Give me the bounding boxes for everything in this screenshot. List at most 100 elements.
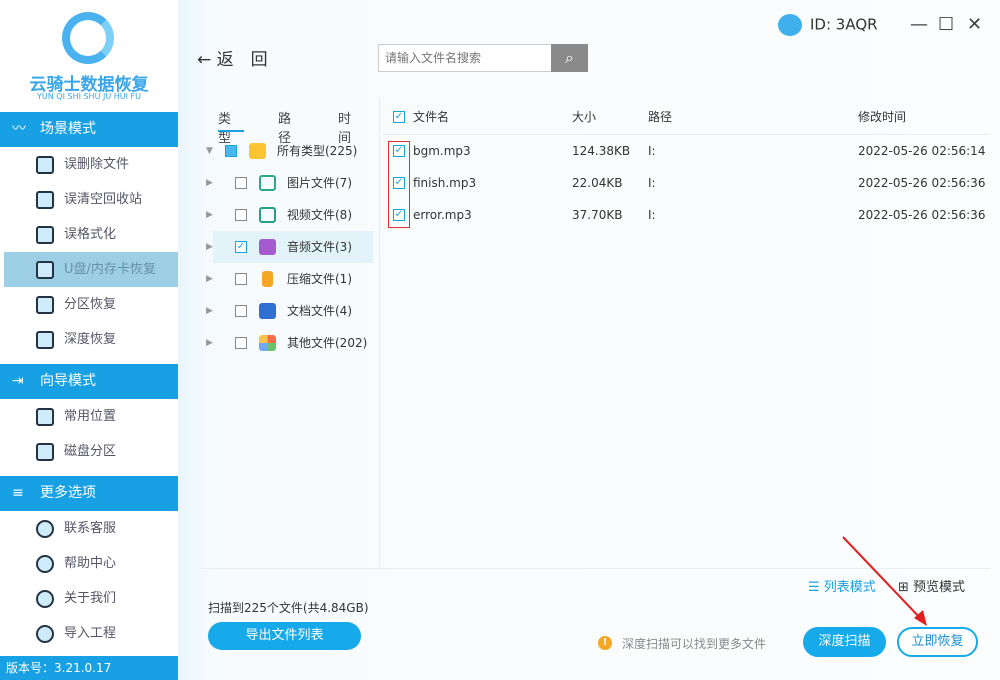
type-tree: ▼ 所有类型(225) ▶ 图片文件(7) ▶ 视频文件(8) ▶ ✓ 音频文件(3) ▶…	[200, 97, 380, 567]
info-icon	[36, 590, 54, 608]
close-button[interactable]: ✕	[967, 14, 982, 35]
back-button[interactable]: ← 返 回	[197, 45, 268, 70]
list-mode-button[interactable]: ☰ 列表模式	[808, 576, 876, 595]
item-label: 磁盘分区	[64, 444, 117, 459]
maximize-button[interactable]: ☐	[938, 14, 954, 35]
header-time[interactable]: 修改时间	[858, 99, 906, 135]
item-label: 帮助中心	[64, 556, 117, 571]
grid-icon: ⊞	[898, 580, 914, 595]
folder-icon	[249, 143, 266, 159]
tree-item-all[interactable]: ▼ 所有类型(225)	[206, 135, 373, 167]
checkbox[interactable]	[235, 209, 247, 221]
search-input[interactable]	[378, 44, 552, 72]
item-label: 常用位置	[64, 409, 117, 424]
file-path: I:	[648, 208, 656, 222]
recover-now-button[interactable]: 立即恢复	[897, 627, 978, 657]
sidebar-item-partition[interactable]: 分区恢复	[4, 287, 178, 322]
scan-summary: 扫描到225个文件(共4.84GB)	[208, 601, 369, 615]
item-label: 导入工程	[64, 626, 117, 641]
file-name: error.mp3	[413, 208, 472, 222]
tree-item-images[interactable]: ▶ 图片文件(7)	[206, 167, 373, 199]
highlight-annotation	[388, 141, 410, 228]
select-all-checkbox[interactable]: ✓	[393, 111, 405, 123]
checkbox[interactable]	[235, 273, 247, 285]
header-name[interactable]: 文件名	[413, 99, 449, 135]
checkbox[interactable]: ✓	[235, 241, 247, 253]
sidebar-item-deleted-files[interactable]: 误删除文件	[4, 147, 178, 182]
help-icon	[36, 555, 54, 573]
file-name: finish.mp3	[413, 176, 477, 190]
file-size: 22.04KB	[572, 176, 623, 190]
header-path[interactable]: 路径	[648, 99, 672, 135]
chart-icon: 〰	[12, 121, 26, 137]
file-path: I:	[648, 176, 656, 190]
image-icon	[259, 175, 276, 191]
expand-icon: ▶	[206, 274, 213, 284]
tree-label: 图片文件(7)	[287, 176, 352, 190]
sidebar-item-help[interactable]: 帮助中心	[4, 546, 178, 581]
checkbox[interactable]	[235, 337, 247, 349]
music-icon	[259, 239, 276, 255]
list-icon: ☰	[808, 580, 824, 595]
expand-icon: ▶	[206, 306, 213, 316]
sidebar-item-support[interactable]: 联系客服	[4, 511, 178, 546]
export-list-button[interactable]: 导出文件列表	[208, 622, 361, 650]
file-delete-icon	[36, 156, 54, 174]
sidebar-item-disk-partition[interactable]: 磁盘分区	[4, 434, 178, 469]
sidebar-item-usb-card[interactable]: U盘/内存卡恢复	[4, 252, 178, 287]
tree-label: 其他文件(202)	[287, 336, 368, 350]
search-icon: ⌕	[565, 48, 574, 67]
section-label: 更多选项	[40, 485, 96, 501]
item-label: 误清空回收站	[64, 192, 143, 207]
id-text: ID: 3AQR	[810, 15, 878, 34]
file-name: bgm.mp3	[413, 144, 471, 158]
file-time: 2022-05-26 02:56:14	[858, 144, 986, 158]
item-label: 深度恢复	[64, 332, 117, 347]
sidebar-item-recycle-bin[interactable]: 误清空回收站	[4, 182, 178, 217]
section-label: 向导模式	[40, 373, 96, 389]
tree-item-archives[interactable]: ▶ 压缩文件(1)	[206, 263, 373, 295]
expand-icon: ▶	[206, 178, 213, 188]
expand-icon: ▶	[206, 242, 213, 252]
tree-item-videos[interactable]: ▶ 视频文件(8)	[206, 199, 373, 231]
checkbox[interactable]	[235, 305, 247, 317]
sidebar-item-common-locations[interactable]: 常用位置	[4, 399, 178, 434]
file-time: 2022-05-26 02:56:36	[858, 208, 986, 222]
trash-restore-icon	[36, 331, 54, 349]
deep-scan-button[interactable]: 深度扫描	[803, 627, 886, 657]
expand-icon: ▼	[206, 146, 213, 156]
file-time: 2022-05-26 02:56:36	[858, 176, 986, 190]
minimize-button[interactable]: —	[910, 14, 928, 35]
preview-mode-label: 预览模式	[913, 580, 966, 595]
list-header: ✓ 文件名 大小 路径 修改时间	[382, 99, 990, 135]
sidebar-item-format[interactable]: 误格式化	[4, 217, 178, 252]
arrow-left-icon: ←	[197, 50, 212, 70]
divider	[200, 568, 990, 569]
tree-item-audio[interactable]: ▶ ✓ 音频文件(3)	[206, 231, 373, 263]
sidebar-item-deep[interactable]: 深度恢复	[4, 322, 178, 357]
back-label: 返 回	[216, 50, 268, 70]
tree-item-other[interactable]: ▶ 其他文件(202)	[206, 327, 373, 359]
search-button[interactable]: ⌕	[551, 44, 588, 72]
table-row[interactable]: ✓ bgm.mp3 124.38KB I: 2022-05-26 02:56:14	[382, 135, 990, 167]
header-size[interactable]: 大小	[572, 99, 596, 135]
logo: 云骑士数据恢复 YUN QI SHI SHU JU HUI FU	[0, 0, 178, 112]
preview-mode-button[interactable]: ⊞ 预览模式	[898, 576, 965, 595]
table-row[interactable]: ✓ finish.mp3 22.04KB I: 2022-05-26 02:56:36	[382, 167, 990, 199]
item-label: U盘/内存卡恢复	[64, 262, 156, 277]
tree-item-documents[interactable]: ▶ 文档文件(4)	[206, 295, 373, 327]
sidebar-item-import[interactable]: 导入工程	[4, 616, 178, 651]
section-guide-mode: ⇥ 向导模式	[0, 364, 178, 399]
video-icon	[259, 207, 276, 223]
sidebar-item-about[interactable]: 关于我们	[4, 581, 178, 616]
checkbox[interactable]	[235, 177, 247, 189]
version-label: 版本号：3.21.0.17	[0, 656, 178, 680]
section-more-options: ≡ 更多选项	[0, 476, 178, 511]
floppy-icon	[36, 226, 54, 244]
table-row[interactable]: ✓ error.mp3 37.70KB I: 2022-05-26 02:56:36	[382, 199, 990, 231]
expand-icon: ▶	[206, 210, 213, 220]
windows-icon	[36, 408, 54, 426]
tree-label: 所有类型(225)	[277, 144, 358, 158]
menu-icon: ≡	[12, 485, 24, 501]
checkbox[interactable]	[225, 145, 237, 157]
